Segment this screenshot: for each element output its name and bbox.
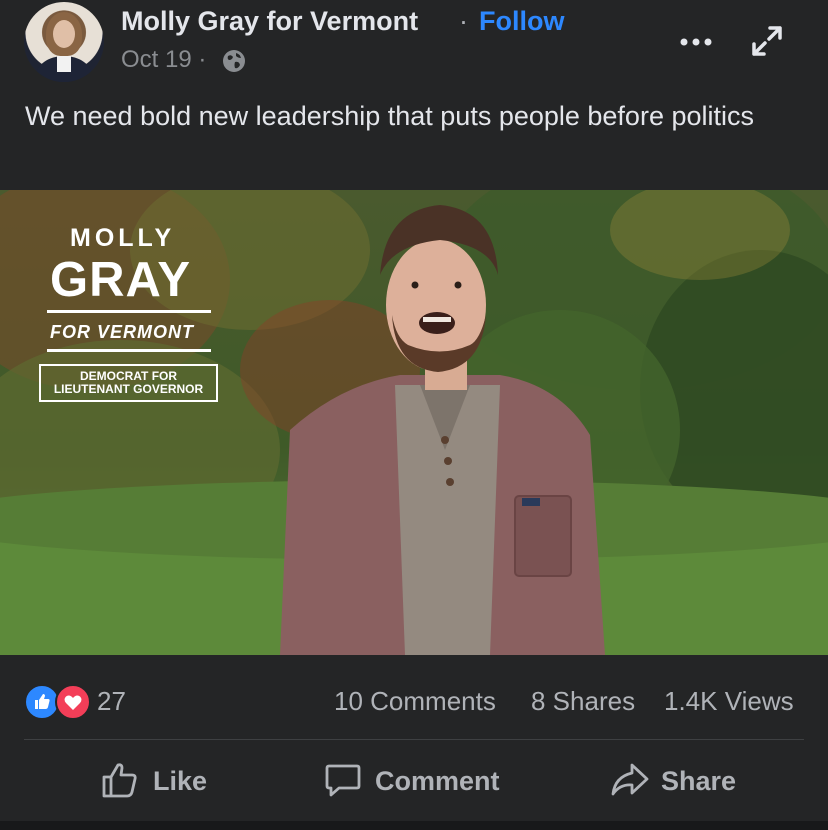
page-name[interactable]: Molly Gray for Vermont xyxy=(121,6,418,37)
shares-count[interactable]: 8 Shares xyxy=(531,686,635,717)
comment-label: Comment xyxy=(375,766,500,796)
expand-icon[interactable] xyxy=(750,24,784,58)
follow-button[interactable]: Follow xyxy=(479,6,564,37)
comment-button[interactable]: Comment xyxy=(323,758,508,806)
post-date[interactable]: Oct 19 · xyxy=(121,46,206,74)
more-options-icon[interactable] xyxy=(678,26,714,58)
logo-last-name: GRAY xyxy=(50,253,192,307)
like-label: Like xyxy=(153,766,208,796)
share-icon xyxy=(611,763,649,796)
post-text: We need bold new leadership that puts pe… xyxy=(25,101,754,131)
heart-icon xyxy=(64,695,82,710)
post-header: Molly Gray for Vermont · Follow Oct 19 ·… xyxy=(0,0,828,190)
like-button[interactable]: Like xyxy=(100,758,210,806)
stats-divider xyxy=(24,739,804,740)
logo-divider-bottom xyxy=(47,349,211,352)
comments-count[interactable]: 10 Comments xyxy=(334,686,496,717)
page-avatar[interactable] xyxy=(24,2,104,82)
logo-first-name: MOLLY xyxy=(70,224,176,252)
comment-icon xyxy=(325,764,361,797)
like-icon xyxy=(102,763,137,798)
feed-separator xyxy=(0,821,828,830)
share-label: Share xyxy=(661,766,737,796)
reactions-count[interactable]: 27 xyxy=(97,686,126,717)
globe-icon xyxy=(223,50,245,72)
logo-office-box: DEMOCRAT FOR LIEUTENANT GOVERNOR xyxy=(39,364,218,402)
logo-divider-top xyxy=(47,310,211,313)
views-count: 1.4K Views xyxy=(664,686,794,716)
share-button[interactable]: Share xyxy=(610,758,740,806)
logo-for-vermont: FOR VERMONT xyxy=(50,322,194,342)
love-reaction-icon[interactable] xyxy=(55,684,91,720)
separator-dot: · xyxy=(459,6,468,36)
thumbs-up-icon xyxy=(35,694,50,709)
